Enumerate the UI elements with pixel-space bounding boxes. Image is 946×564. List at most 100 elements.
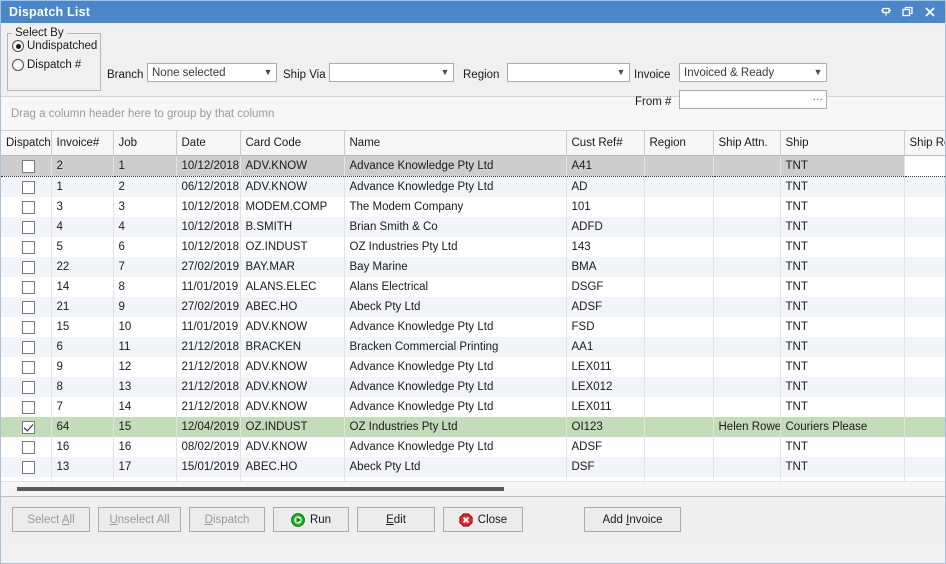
cell-name: Advance Knowledge Pty Ltd	[344, 437, 566, 457]
cell-cust_ref: 101	[566, 197, 644, 217]
dispatch-checkbox-cell[interactable]	[1, 237, 51, 257]
checkbox-unchecked-icon[interactable]	[22, 341, 35, 354]
cancel-icon	[459, 513, 473, 527]
checkbox-unchecked-icon[interactable]	[22, 261, 35, 274]
checkbox-unchecked-icon[interactable]	[22, 401, 35, 414]
cell-job: 17	[113, 457, 176, 477]
table-row[interactable]: 2110/12/2018ADV.KNOWAdvance Knowledge Pt…	[1, 156, 945, 177]
dispatch-checkbox-cell[interactable]	[1, 217, 51, 237]
unselect-all-button[interactable]: Unselect All	[98, 507, 181, 532]
branch-select[interactable]: None selected ▼	[147, 63, 277, 82]
table-row[interactable]: 14811/01/2019ALANS.ELECAlans ElectricalD…	[1, 277, 945, 297]
cell-ship_attn	[713, 197, 780, 217]
cell-ship_ref	[904, 197, 945, 217]
checkbox-unchecked-icon[interactable]	[22, 281, 35, 294]
select-all-button[interactable]: Select All	[12, 507, 90, 532]
column-header-ship[interactable]: Ship	[780, 131, 904, 156]
from-number-input[interactable]: …	[679, 90, 827, 109]
ship-via-select[interactable]: ▼	[329, 63, 454, 82]
radio-undispatched[interactable]: Undispatched	[12, 40, 100, 52]
pin-icon[interactable]	[875, 2, 897, 22]
scrollbar-thumb[interactable]	[17, 487, 504, 491]
cell-ship_attn	[713, 357, 780, 377]
table-row[interactable]: 22727/02/2019BAY.MARBay MarineBMATNT	[1, 257, 945, 277]
table-row[interactable]: 3310/12/2018MODEM.COMPThe Modem Company1…	[1, 197, 945, 217]
radio-undispatched-indicator	[12, 40, 24, 52]
dispatch-checkbox-cell[interactable]	[1, 297, 51, 317]
cell-ship_ref	[904, 217, 945, 237]
edit-button[interactable]: Edit	[357, 507, 435, 532]
checkbox-unchecked-icon[interactable]	[22, 441, 35, 454]
table-row[interactable]: 5610/12/2018OZ.INDUSTOZ Industries Pty L…	[1, 237, 945, 257]
checkbox-unchecked-icon[interactable]	[22, 361, 35, 374]
column-header-job[interactable]: Job	[113, 131, 176, 156]
table-row[interactable]: 91221/12/2018ADV.KNOWAdvance Knowledge P…	[1, 357, 945, 377]
checkbox-unchecked-icon[interactable]	[22, 301, 35, 314]
table-row[interactable]: 1206/12/2018ADV.KNOWAdvance Knowledge Pt…	[1, 177, 945, 198]
dispatch-checkbox-cell[interactable]	[1, 437, 51, 457]
column-header-name[interactable]: Name	[344, 131, 566, 156]
cell-region	[644, 357, 713, 377]
dispatch-checkbox-cell[interactable]	[1, 397, 51, 417]
dispatch-checkbox-cell[interactable]	[1, 357, 51, 377]
dispatch-checkbox-cell[interactable]	[1, 277, 51, 297]
dispatch-checkbox-cell[interactable]	[1, 377, 51, 397]
dispatch-checkbox-cell[interactable]	[1, 317, 51, 337]
column-header-ship_ref[interactable]: Ship Ref	[904, 131, 945, 156]
checkbox-unchecked-icon[interactable]	[22, 461, 35, 474]
column-header-dispatch[interactable]: Dispatch	[1, 131, 51, 156]
region-select[interactable]: ▼	[507, 63, 630, 82]
window-titlebar: Dispatch List	[1, 1, 945, 23]
table-row[interactable]: 21927/02/2019ABEC.HOAbeck Pty LtdADSFTNT	[1, 297, 945, 317]
checkbox-unchecked-icon[interactable]	[22, 321, 35, 334]
dispatch-button[interactable]: Dispatch	[189, 507, 265, 532]
table-row[interactable]: 71421/12/2018ADV.KNOWAdvance Knowledge P…	[1, 397, 945, 417]
cell-ship_ref	[904, 277, 945, 297]
cell-ship_ref	[904, 177, 945, 198]
checkbox-unchecked-icon[interactable]	[22, 181, 35, 194]
table-row[interactable]: 4410/12/2018B.SMITHBrian Smith & CoADFDT…	[1, 217, 945, 237]
column-header-card_code[interactable]: Card Code	[240, 131, 344, 156]
restore-icon[interactable]	[897, 2, 919, 22]
add-invoice-button[interactable]: Add Invoice	[584, 507, 681, 532]
checkbox-unchecked-icon[interactable]	[22, 201, 35, 214]
close-icon[interactable]	[919, 2, 941, 22]
checkbox-unchecked-icon[interactable]	[22, 160, 35, 173]
checkbox-unchecked-icon[interactable]	[22, 381, 35, 394]
dispatch-checkbox-cell[interactable]	[1, 417, 51, 437]
browse-ellipsis-icon[interactable]: …	[810, 92, 826, 107]
cell-invoice: 2	[51, 156, 113, 177]
horizontal-scrollbar[interactable]	[1, 481, 945, 496]
radio-dispatch-number[interactable]: Dispatch #	[12, 59, 100, 71]
column-header-ship_attn[interactable]: Ship Attn.	[713, 131, 780, 156]
table-row[interactable]: 641512/04/2019OZ.INDUSTOZ Industries Pty…	[1, 417, 945, 437]
dispatch-checkbox-cell[interactable]	[1, 197, 51, 217]
invoice-status-select[interactable]: Invoiced & Ready ▼	[679, 63, 827, 82]
checkbox-unchecked-icon[interactable]	[22, 221, 35, 234]
column-header-invoice[interactable]: Invoice#	[51, 131, 113, 156]
dispatch-checkbox-cell[interactable]	[1, 156, 51, 177]
column-header-date[interactable]: Date	[176, 131, 240, 156]
column-header-cust_ref[interactable]: Cust Ref#	[566, 131, 644, 156]
cell-cust_ref: LEX011	[566, 397, 644, 417]
table-row[interactable]: 131715/01/2019ABEC.HOAbeck Pty LtdDSFTNT	[1, 457, 945, 477]
table-row[interactable]: 161608/02/2019ADV.KNOWAdvance Knowledge …	[1, 437, 945, 457]
checkbox-checked-icon[interactable]	[22, 421, 35, 434]
run-button[interactable]: Run	[273, 507, 349, 532]
checkbox-unchecked-icon[interactable]	[22, 241, 35, 254]
dispatch-checkbox-cell[interactable]	[1, 177, 51, 198]
close-button[interactable]: Close	[443, 507, 523, 532]
cell-ship_ref	[904, 397, 945, 417]
dispatch-checkbox-cell[interactable]	[1, 257, 51, 277]
cell-ship: TNT	[780, 156, 904, 177]
dispatch-checkbox-cell[interactable]	[1, 337, 51, 357]
invoice-label: Invoice	[634, 69, 670, 81]
table-row[interactable]: 151011/01/2019ADV.KNOWAdvance Knowledge …	[1, 317, 945, 337]
cell-card_code: MODEM.COMP	[240, 197, 344, 217]
table-row[interactable]: 61121/12/2018BRACKENBracken Commercial P…	[1, 337, 945, 357]
cell-ship_attn	[713, 317, 780, 337]
column-header-region[interactable]: Region	[644, 131, 713, 156]
dispatch-checkbox-cell[interactable]	[1, 457, 51, 477]
table-row[interactable]: 81321/12/2018ADV.KNOWAdvance Knowledge P…	[1, 377, 945, 397]
cell-ship: TNT	[780, 237, 904, 257]
